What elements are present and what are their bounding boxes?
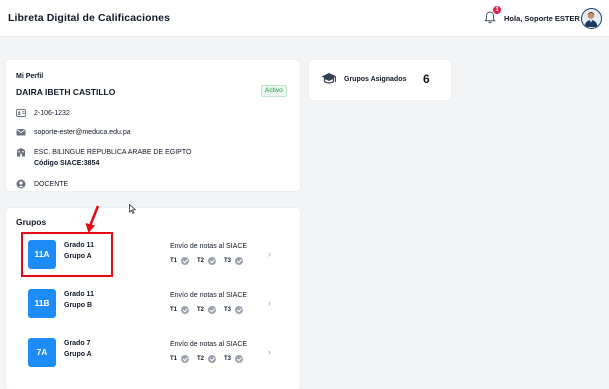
user-avatar-icon [584, 12, 598, 27]
group-section: Grupo B [64, 302, 92, 309]
role: DOCENTE [34, 181, 69, 188]
chevron-right-icon[interactable]: › [268, 249, 271, 259]
chevron-right-icon[interactable]: › [268, 298, 271, 308]
check-circle-icon [235, 355, 244, 363]
envelope-icon [16, 129, 26, 136]
siace-label: Envío de notas al SIACE [170, 243, 248, 250]
groups-heading: Grupos [16, 217, 47, 227]
chevron-right-icon[interactable]: › [268, 347, 271, 357]
term-label: T3 [224, 356, 232, 362]
group-row-11b[interactable]: 11B Grado 11 Grupo B Envío de notas al S… [6, 289, 300, 335]
group-section: Grupo A [64, 351, 92, 358]
check-circle-icon [208, 355, 217, 363]
term-label: T1 [170, 258, 178, 264]
id-row: 2-106-1232 [16, 108, 70, 119]
check-circle-icon [235, 257, 244, 265]
role-row: DOCENTE [16, 179, 68, 190]
term-t1: T1 [170, 355, 190, 363]
check-circle-icon [181, 257, 190, 265]
assigned-groups-label: Grupos Asignados [344, 76, 407, 83]
mouse-cursor-icon [129, 204, 136, 214]
avatar[interactable] [581, 8, 602, 29]
school-name: ESC. BILINGUE REPUBLICA ARABE DE EGIPTO [34, 149, 192, 156]
app-title: Libreta Digital de Calificaciones [8, 12, 171, 24]
term-t2: T2 [197, 306, 217, 314]
term-t3: T3 [224, 306, 244, 314]
profile-card: Mi Perfil DAIRA IBETH CASTILLO Activo 2-… [6, 60, 300, 191]
school-code: Código SIACE:3854 [34, 160, 100, 167]
check-circle-icon [181, 306, 190, 314]
term-t1: T1 [170, 257, 190, 265]
status-badge: Activo [261, 85, 287, 97]
term-t3: T3 [224, 355, 244, 363]
profile-heading: Mi Perfil [16, 73, 44, 80]
term-t2: T2 [197, 257, 217, 265]
term-label: T2 [197, 258, 205, 264]
email: soporte-ester@meduca.edu.pa [34, 129, 131, 136]
term-label: T3 [224, 258, 232, 264]
term-label: T1 [170, 356, 178, 362]
user-icon [16, 179, 26, 189]
group-tile[interactable]: 11B [28, 289, 56, 318]
id-number: 2-106-1232 [34, 110, 70, 117]
annotation-arrow-icon [85, 205, 100, 233]
notification-badge: 1 [493, 6, 501, 14]
term-label: T2 [197, 307, 205, 313]
check-circle-icon [181, 355, 190, 363]
term-label: T2 [197, 356, 205, 362]
check-circle-icon [208, 306, 217, 314]
term-t2: T2 [197, 355, 217, 363]
check-circle-icon [235, 306, 244, 314]
profile-name: DAIRA IBETH CASTILLO [16, 87, 116, 97]
term-t3: T3 [224, 257, 244, 265]
check-circle-icon [208, 257, 217, 265]
group-tile[interactable]: 7A [28, 338, 56, 367]
term-label: T3 [224, 307, 232, 313]
term-label: T1 [170, 307, 178, 313]
highlight-box [21, 232, 113, 277]
school-row: ESC. BILINGUE REPUBLICA ARABE DE EGIPTO … [16, 147, 191, 169]
group-row-7a[interactable]: 7A Grado 7 Grupo A Envío de notas al SIA… [6, 338, 300, 384]
group-grade: Grado 11 [64, 291, 94, 298]
siace-label: Envío de notas al SIACE [170, 341, 248, 348]
user-greeting[interactable]: Hola, Soporte ESTER [504, 14, 580, 23]
school-info: ESC. BILINGUE REPUBLICA ARABE DE EGIPTO … [34, 147, 191, 169]
group-grade: Grado 7 [64, 340, 91, 347]
assigned-groups-card: Grupos Asignados 6 [309, 60, 451, 100]
top-bar: Libreta Digital de Calificaciones 1 Hola… [0, 0, 609, 37]
building-icon [17, 148, 25, 157]
assigned-groups-count: 6 [423, 72, 430, 86]
siace-label: Envío de notas al SIACE [170, 292, 248, 299]
id-card-icon [16, 109, 26, 117]
graduation-cap-icon [321, 73, 337, 84]
email-row: soporte-ester@meduca.edu.pa [16, 127, 131, 138]
term-t1: T1 [170, 306, 190, 314]
